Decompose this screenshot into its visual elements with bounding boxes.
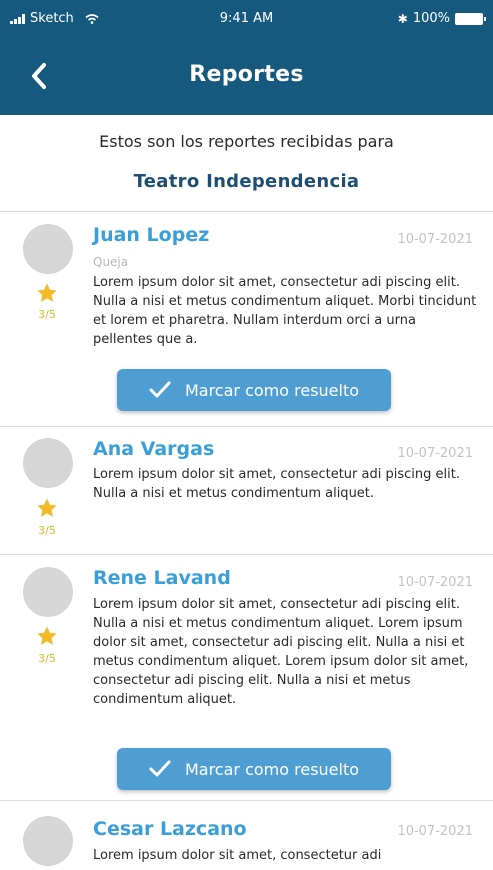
resolve-button[interactable]: Marcar como resuelto [117, 748, 391, 790]
report-item: Cesar Lazcano 10-07-2021 Lorem ipsum dol… [0, 801, 493, 870]
rating-label: 3/5 [38, 652, 56, 665]
intro-section: Estos son los reportes recibidas para Te… [0, 115, 493, 211]
report-item: 3/5 Ana Vargas 10-07-2021 Lorem ipsum do… [0, 427, 493, 554]
star-icon [37, 283, 57, 302]
report-date: 10-07-2021 [397, 575, 473, 590]
status-bar: Sketch 9:41 AM ✱ 100% [0, 0, 493, 40]
avatar [23, 816, 73, 866]
page-title: Reportes [189, 62, 304, 87]
report-date: 10-07-2021 [397, 824, 473, 839]
venue-name: Teatro Independencia [133, 171, 360, 192]
reporter-name[interactable]: Cesar Lazcano [93, 818, 247, 840]
battery-icon [455, 12, 486, 25]
report-text: Lorem ipsum dolor sit amet, consectetur … [93, 467, 460, 501]
battery-label: 100% [412, 11, 450, 26]
report-date: 10-07-2021 [397, 232, 473, 247]
check-icon [149, 760, 171, 777]
reporter-name[interactable]: Rene Lavand [93, 567, 231, 589]
status-right: ✱ 100% [397, 11, 486, 26]
report-date: 10-07-2021 [397, 446, 473, 461]
resolve-button-label: Marcar como resuelto [184, 380, 360, 400]
rating-label: 3/5 [38, 308, 56, 321]
avatar [23, 224, 73, 274]
star-icon [37, 626, 57, 645]
resolve-button[interactable]: Marcar como resuelto [117, 369, 391, 411]
report-text: Lorem ipsum dolor sit amet, consectetur … [93, 848, 382, 863]
report-type: Queja [93, 255, 129, 269]
rating-label: 3/5 [38, 524, 56, 537]
report-text: Lorem ipsum dolor sit amet, consectetur … [93, 275, 477, 347]
intro-text: Estos son los reportes recibidas para [99, 132, 394, 151]
report-text: Lorem ipsum dolor sit amet, consectetur … [93, 597, 469, 707]
report-item: 3/5 Juan Lopez 10-07-2021 Queja Lorem ip… [0, 212, 493, 426]
avatar [23, 567, 73, 617]
resolve-button-label: Marcar como resuelto [184, 759, 360, 779]
nav-bar: Reportes [0, 40, 493, 115]
bluetooth-icon: ✱ [397, 11, 408, 26]
reporter-name[interactable]: Juan Lopez [93, 224, 209, 246]
check-icon [149, 381, 171, 398]
star-icon [37, 498, 57, 517]
avatar [23, 438, 73, 488]
report-item: 3/5 Rene Lavand 10-07-2021 Lorem ipsum d… [0, 555, 493, 800]
reporter-name[interactable]: Ana Vargas [93, 438, 214, 460]
